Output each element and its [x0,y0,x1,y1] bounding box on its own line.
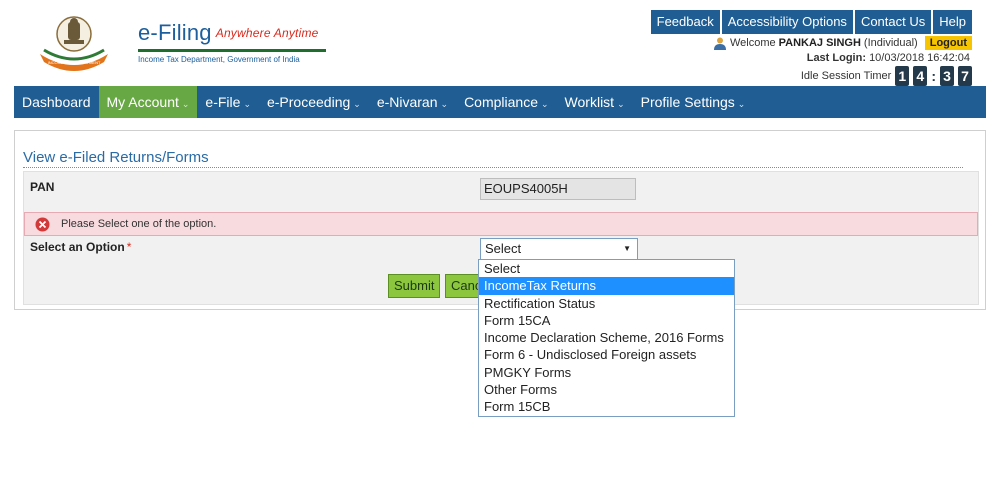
nav-profile-settings[interactable]: Profile Settings ⌄ [633,86,754,118]
brand-tagline: Anywhere Anytime [215,26,319,40]
dropdown-option-pmgky-forms[interactable]: PMGKY Forms [479,364,734,381]
dropdown-option-select[interactable]: Select [479,260,734,277]
nav-label: Compliance [464,94,538,110]
submit-button[interactable]: Submit [388,274,441,298]
select-option-label: Select an Option * [30,240,131,254]
last-login: Last Login: 10/03/2018 16:42:04 [807,52,970,64]
nav-dashboard[interactable]: Dashboard [14,86,99,118]
accessibility-options-link[interactable]: Accessibility Options [721,10,853,34]
national-emblem-logo: INCOME TAX DEPARTMENT [40,16,108,71]
nav-my-account[interactable]: My Account ⌄ [98,86,198,118]
user-type: (Individual) [863,37,918,49]
dropdown-option-rectification-status[interactable]: Rectification Status [479,295,734,312]
chevron-down-icon: ⌄ [440,99,449,109]
chevron-down-icon: ⌄ [541,99,549,109]
help-link[interactable]: Help [933,10,972,34]
user-name: PANKAJ SINGH [778,37,861,49]
timer-colon: : [931,68,936,84]
option-dropdown-list: Select IncomeTax Returns Rectification S… [478,259,735,417]
required-marker: * [126,240,132,254]
brand-name: e-Filing [138,20,212,45]
error-icon [35,217,50,232]
timer-digit: 3 [940,66,954,86]
welcome-prefix: Welcome [729,37,776,49]
dropdown-option-form-15ca[interactable]: Form 15CA [479,312,734,329]
nav-label: Dashboard [22,94,91,110]
dropdown-option-form-15cb[interactable]: Form 15CB [479,398,734,415]
nav-worklist[interactable]: Worklist ⌄ [557,86,633,118]
brand-subtitle: Income Tax Department, Government of Ind… [138,55,300,64]
logout-button[interactable]: Logout [924,36,972,50]
main-nav: Dashboard My Account ⌄ e-File ⌄ e-Proceedi… [14,86,986,118]
nav-e-nivaran[interactable]: e-Nivaran ⌄ [369,86,456,118]
page-header: INCOME TAX DEPARTMENT e-Filing Anywhere A… [14,8,986,86]
contact-us-link[interactable]: Contact Us [854,10,932,34]
option-select[interactable]: Select ▼ [480,238,638,260]
error-message-bar: Please Select one of the option. [24,212,978,236]
timer-digit: 4 [913,66,928,86]
pan-label: PAN [30,180,55,194]
brand-block: e-Filing Anywhere Anytime Income Tax Depa… [138,20,326,64]
brand-underline [138,49,326,52]
welcome-line: Welcome PANKAJ SINGH (Individual) Logout [713,36,972,50]
dropdown-option-form-6[interactable]: Form 6 - Undisclosed Foreign assets [479,346,734,363]
nav-label: Worklist [564,94,615,110]
dropdown-option-incometax-returns[interactable]: IncomeTax Returns [479,277,734,295]
top-links: Feedback Accessibility Options Contact U… [650,10,972,34]
chevron-down-icon: ⌄ [181,99,190,109]
feedback-link[interactable]: Feedback [650,10,720,34]
select-value: Select [485,241,522,256]
chevron-down-icon: ⌄ [243,99,251,109]
nav-label: e-Proceeding [266,94,351,110]
page-title: View e-Filed Returns/Forms [23,149,963,168]
last-login-label: Last Login: [806,52,866,64]
nav-e-proceeding[interactable]: e-Proceeding ⌄ [259,86,369,118]
dropdown-arrow-icon: ▼ [623,244,631,253]
idle-timer-label: Idle Session Timer [800,70,892,82]
user-icon [713,37,726,50]
chevron-down-icon: ⌄ [617,99,625,109]
pan-field: EOUPS4005H [480,178,636,200]
error-text: Please Select one of the option. [61,218,217,230]
timer-digit: 7 [958,66,972,86]
brand-title[interactable]: e-Filing Anywhere Anytime [138,20,326,46]
select-option-label-text: Select an Option [30,240,125,254]
cancel-button[interactable]: Cancel [445,274,481,298]
chevron-down-icon: ⌄ [353,99,361,109]
timer-digit: 1 [895,66,910,86]
idle-session-timer: Idle Session Timer 1 4 : 3 7 [801,66,972,86]
nav-label: e-File [205,94,241,110]
nav-label: My Account [106,94,179,110]
nav-compliance[interactable]: Compliance ⌄ [456,86,556,118]
nav-label: Profile Settings [640,94,735,110]
nav-label: e-Nivaran [376,94,438,110]
last-login-value: 10/03/2018 16:42:04 [869,52,970,64]
nav-e-file[interactable]: e-File ⌄ [197,86,259,118]
chevron-down-icon: ⌄ [737,99,746,109]
dropdown-option-ids-2016-forms[interactable]: Income Declaration Scheme, 2016 Forms [479,329,734,346]
emblem-text: INCOME TAX DEPARTMENT [48,60,101,65]
dropdown-option-other-forms[interactable]: Other Forms [479,381,734,398]
